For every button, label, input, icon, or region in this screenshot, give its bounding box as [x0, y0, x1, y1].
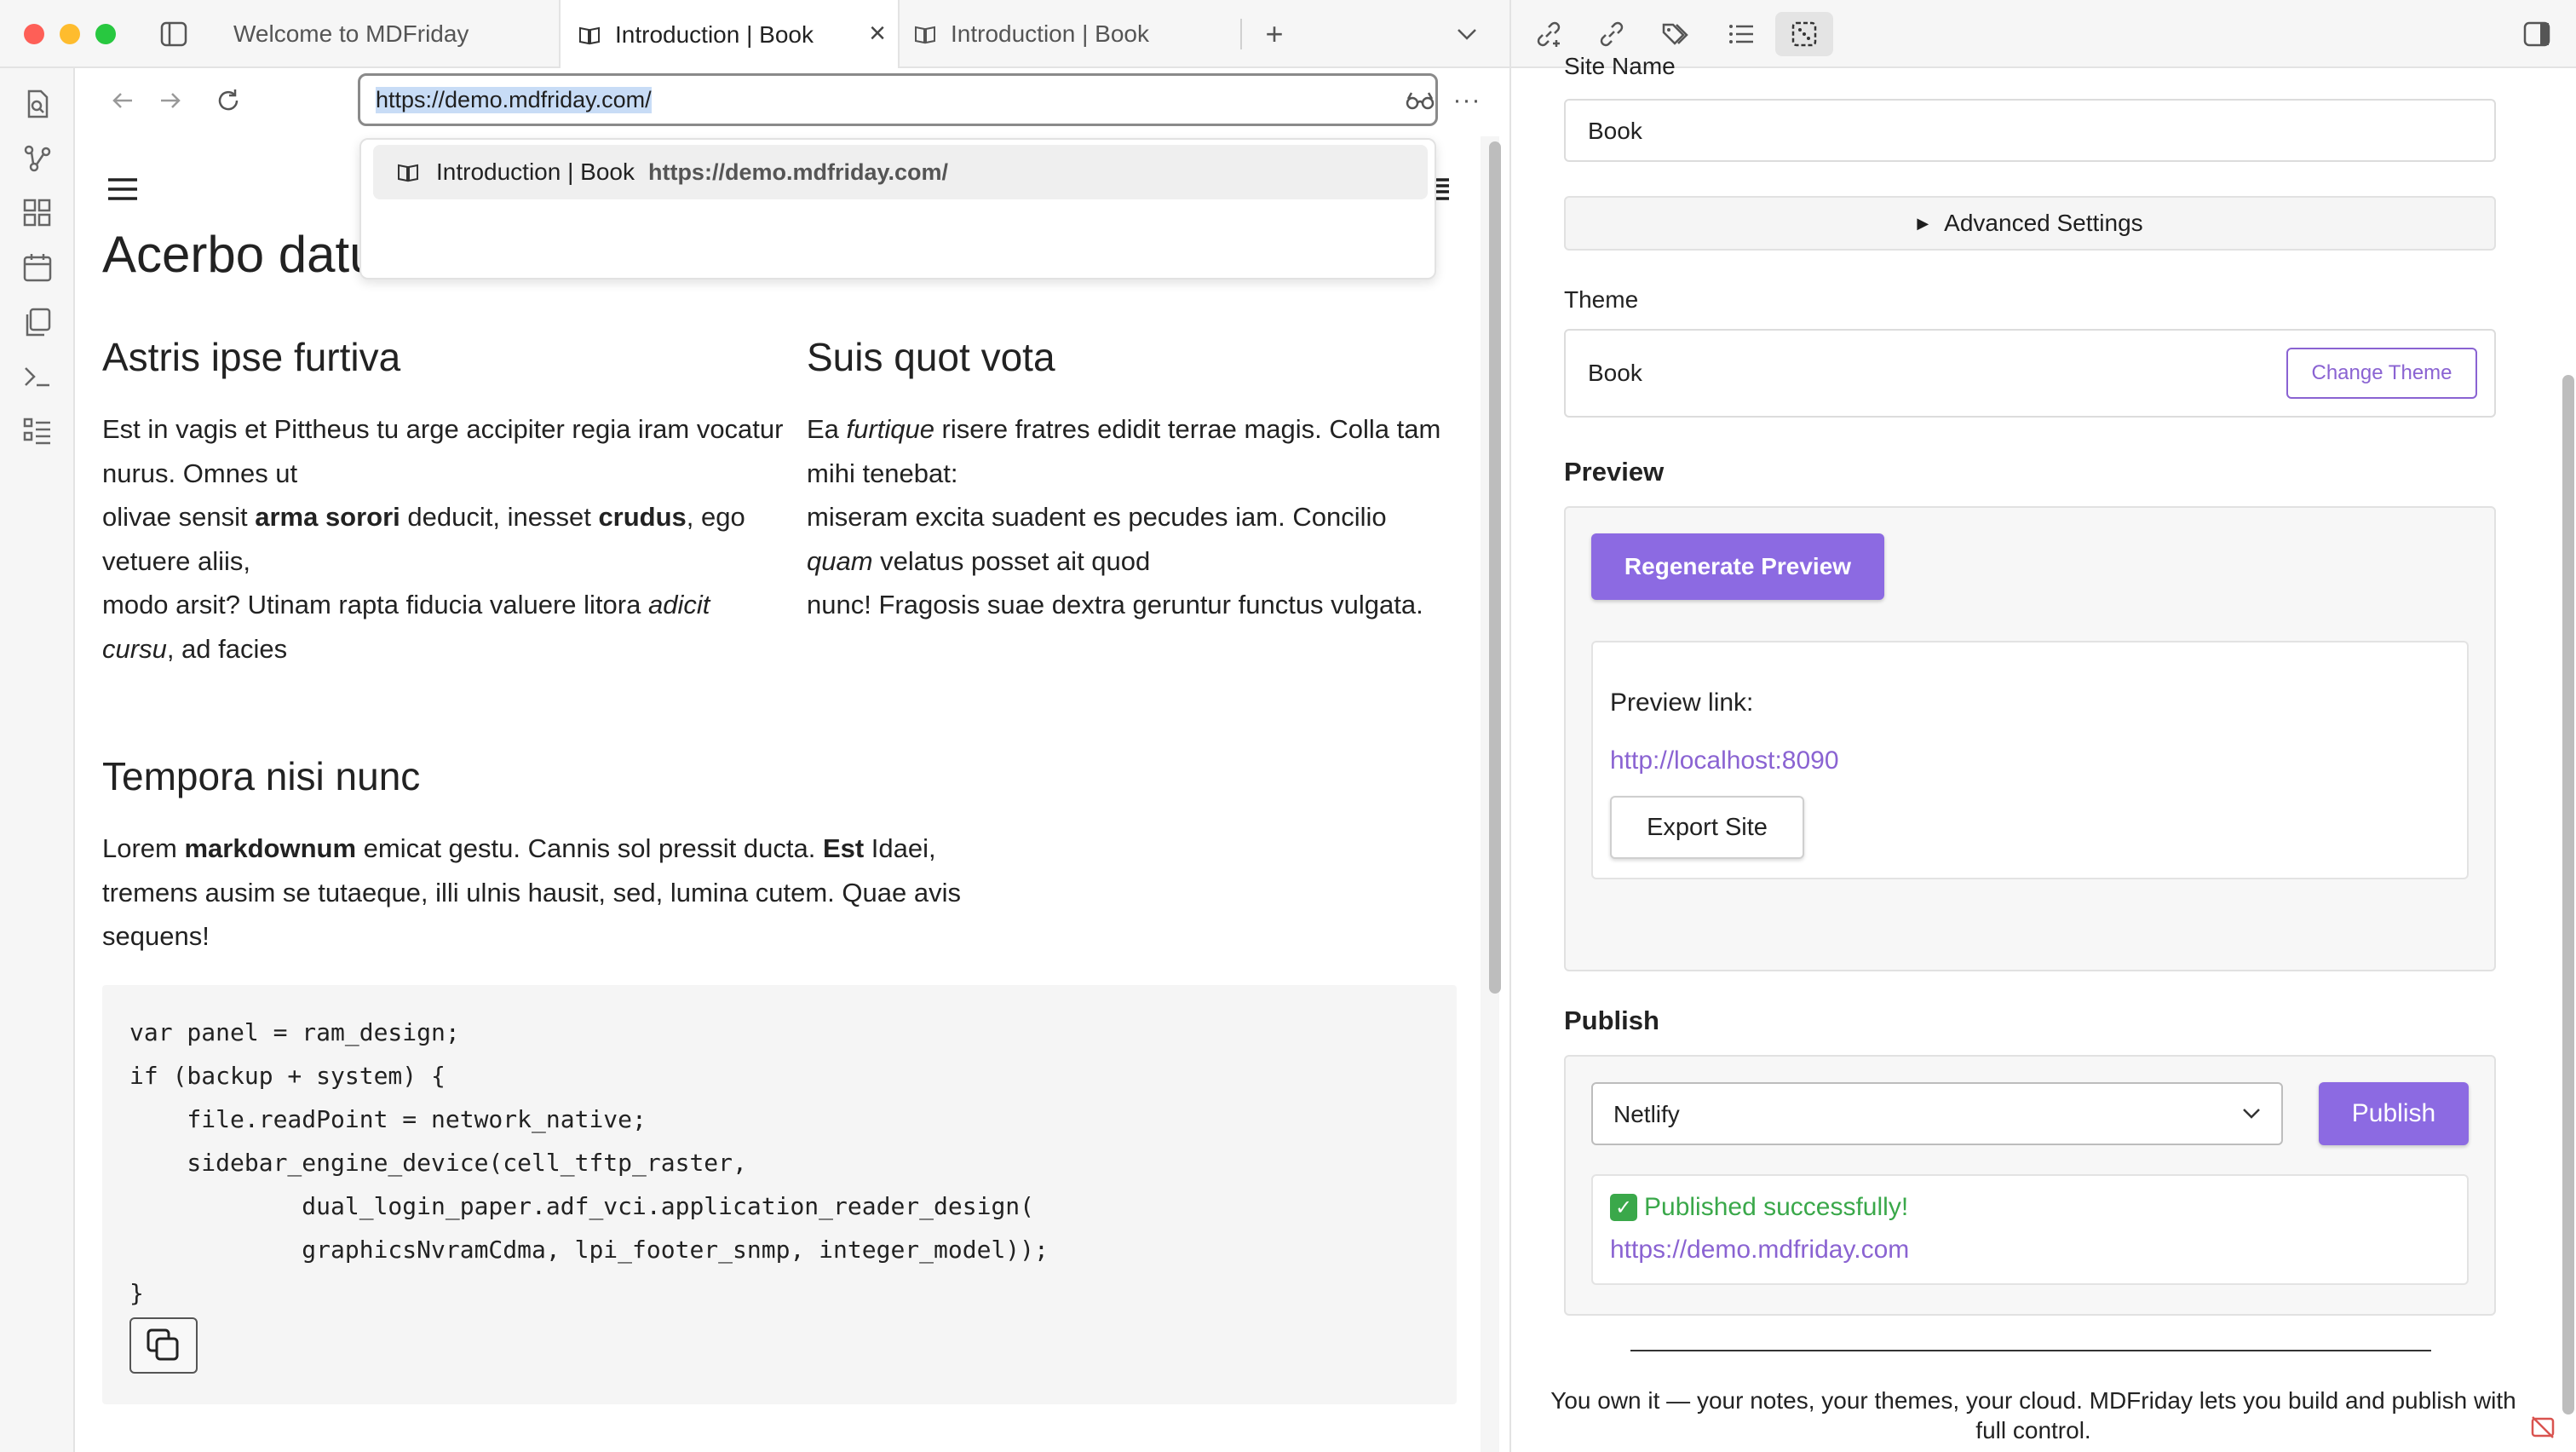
checklist-icon[interactable]: [22, 416, 53, 447]
publish-section: Netlify Publish ✓ Published successfully…: [1564, 1055, 2496, 1316]
publish-result-box: ✓ Published successfully! https://demo.m…: [1591, 1174, 2469, 1285]
published-url-link[interactable]: https://demo.mdfriday.com: [1610, 1236, 1909, 1265]
advanced-settings-label: Advanced Settings: [1944, 210, 2143, 236]
triangle-right-icon: ▶: [1917, 214, 1929, 232]
regenerate-preview-button[interactable]: Regenerate Preview: [1591, 533, 1884, 600]
tab-divider: [1240, 19, 1242, 49]
chevron-down-icon: [2243, 1109, 2260, 1119]
paragraph: Ea furtique risere fratres edidit terrae…: [807, 414, 1441, 619]
preview-header: Preview: [1564, 457, 1665, 487]
title-bar: Welcome to MDFriday Introduction | Book …: [0, 0, 2576, 70]
close-icon[interactable]: ×: [869, 19, 886, 48]
back-icon[interactable]: [106, 84, 140, 118]
tab-introduction-active[interactable]: Introduction | Book ×: [559, 0, 900, 70]
publish-status-text: Published successfully!: [1644, 1193, 1909, 1221]
url-input[interactable]: https://demo.mdfriday.com/: [358, 73, 1438, 126]
preview-link[interactable]: http://localhost:8090: [1610, 746, 1839, 775]
paragraph: Lorem markdownum emicat gestu. Cannis so…: [102, 833, 961, 951]
copy-icon: [147, 1328, 179, 1361]
tab-welcome[interactable]: Welcome to MDFriday: [208, 0, 559, 68]
suggestion-url: https://demo.mdfriday.com/: [647, 158, 948, 185]
site-name-input[interactable]: Book: [1564, 99, 2496, 162]
book-icon: [398, 164, 418, 182]
dashboard-icon[interactable]: [22, 198, 53, 228]
url-suggestions: Introduction | Book https://demo.mdfrida…: [359, 138, 1436, 279]
preview-link-label: Preview link:: [1610, 689, 1754, 717]
chevron-down-icon[interactable]: [1450, 19, 1484, 49]
code-text: var panel = ram_design; if (backup + sys…: [129, 1018, 1049, 1307]
tab-label: Introduction | Book: [951, 20, 1149, 47]
checkmark-icon: ✓: [1610, 1194, 1637, 1221]
zoom-window-button[interactable]: [95, 24, 116, 44]
book-icon: [579, 26, 600, 45]
scrollbar-thumb[interactable]: [1489, 141, 1501, 994]
plus-icon[interactable]: +: [1257, 16, 1291, 51]
terminal-icon[interactable]: [22, 361, 53, 392]
change-theme-button[interactable]: Change Theme: [2286, 348, 2477, 399]
publish-header: Publish: [1564, 1005, 1659, 1035]
web-viewer: https://demo.mdfriday.com/ ··· Acerbo da…: [75, 68, 1509, 1452]
more-icon[interactable]: ···: [1448, 84, 1486, 118]
site-name-label: Site Name: [1564, 53, 1676, 79]
right-sidebar-toggle-icon[interactable]: [2520, 17, 2554, 51]
tab-introduction[interactable]: Introduction | Book: [901, 0, 1242, 68]
publish-status: ✓ Published successfully!: [1610, 1193, 1908, 1222]
url-suggestion-item[interactable]: Introduction | Book https://demo.mdfrida…: [373, 145, 1428, 199]
close-window-button[interactable]: [24, 24, 44, 44]
divider: [1630, 1350, 2431, 1351]
tab-label: Introduction | Book: [615, 21, 814, 48]
advanced-settings-toggle[interactable]: ▶ Advanced Settings: [1564, 196, 2496, 251]
section-heading: Astris ipse furtiva: [102, 335, 401, 379]
tab-label: Welcome to MDFriday: [233, 20, 469, 47]
scrollbar-thumb[interactable]: [2562, 375, 2574, 1415]
reload-icon[interactable]: [211, 84, 245, 118]
forward-icon[interactable]: [153, 84, 187, 118]
publish-target-value: Netlify: [1613, 1101, 1680, 1127]
file-search-icon[interactable]: [22, 89, 53, 119]
tag-icon[interactable]: [1659, 17, 1693, 51]
link-add-icon[interactable]: [1532, 17, 1566, 51]
copy-code-button[interactable]: [129, 1317, 198, 1374]
section-heading: Tempora nisi nunc: [102, 754, 421, 798]
section-heading: Suis quot vota: [807, 335, 1055, 379]
publish-button[interactable]: Publish: [2319, 1082, 2469, 1145]
export-site-button[interactable]: Export Site: [1610, 796, 1804, 859]
calendar-icon[interactable]: [22, 252, 53, 283]
suggestion-title: Introduction | Book: [436, 158, 635, 185]
url-text: https://demo.mdfriday.com/: [376, 86, 652, 113]
publish-target-select[interactable]: Netlify: [1591, 1082, 2283, 1145]
sync-error-icon[interactable]: [2530, 1415, 2556, 1440]
left-ribbon: [0, 68, 75, 1452]
pane-divider: [1509, 0, 1511, 68]
code-block: var panel = ram_design; if (backup + sys…: [102, 985, 1457, 1404]
theme-value: Book: [1588, 360, 1642, 386]
theme-label: Theme: [1564, 286, 1639, 313]
sidebar-toggle-icon[interactable]: [158, 19, 189, 49]
paragraph: Est in vagis et Pittheus tu arge accipit…: [102, 414, 784, 664]
graph-icon[interactable]: [22, 143, 53, 174]
minimize-window-button[interactable]: [60, 24, 80, 44]
link-icon[interactable]: [1595, 17, 1629, 51]
site-name-value: Book: [1588, 118, 1642, 144]
dice-icon[interactable]: [1775, 12, 1833, 56]
copy-files-icon[interactable]: [22, 307, 53, 337]
book-icon: [915, 26, 935, 44]
hamburger-icon[interactable]: [104, 170, 141, 208]
list-icon[interactable]: [1724, 17, 1758, 51]
theme-field: Book Change Theme: [1564, 329, 2496, 418]
reading-glasses-icon[interactable]: [1399, 84, 1441, 118]
preview-link-box: Preview link: http://localhost:8090 Expo…: [1591, 641, 2469, 879]
preview-section: Regenerate Preview Preview link: http://…: [1564, 506, 2496, 971]
mdfriday-panel: Site Name Book ▶ Advanced Settings Theme…: [1509, 53, 2576, 1452]
footer-text: You own it — your notes, your themes, yo…: [1550, 1387, 2516, 1443]
